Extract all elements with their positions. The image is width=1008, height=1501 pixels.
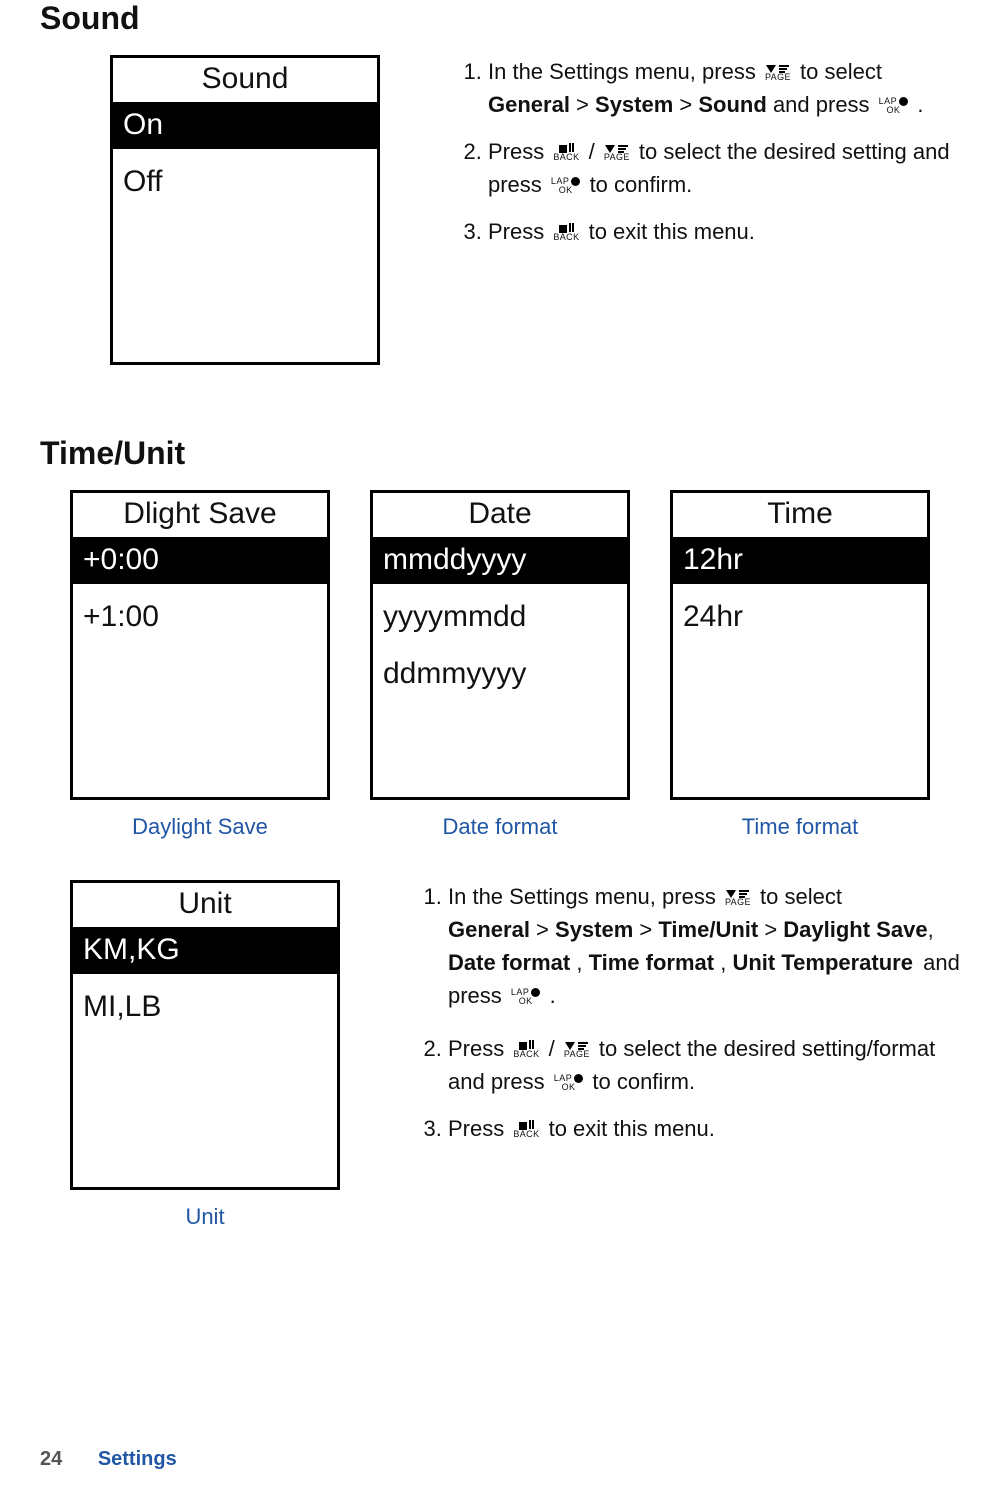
option-dlight-1[interactable]: +1:00 xyxy=(73,594,327,641)
page-down-icon: PAGE xyxy=(765,65,791,82)
sound-step-2: Press BACK / PAGE to select the desired … xyxy=(488,135,968,201)
lap-ok-icon: LAP OK xyxy=(551,177,581,195)
screen-title-sound: Sound xyxy=(113,58,377,102)
page-down-icon: PAGE xyxy=(725,890,751,907)
device-sound: Sound On Off xyxy=(110,55,380,365)
instructions-timeunit: In the Settings menu, press PAGE to sele… xyxy=(420,880,968,1159)
option-time-12[interactable]: 12hr xyxy=(673,537,927,584)
timeunit-step-1: In the Settings menu, press PAGE to sele… xyxy=(448,880,968,1012)
timeunit-step-3: Press BACK to exit this menu. xyxy=(448,1112,968,1145)
caption-timeformat: Time format xyxy=(742,814,859,840)
option-date-dmy[interactable]: ddmmyyyy xyxy=(373,651,627,698)
page-down-icon: PAGE xyxy=(604,145,630,162)
option-unit-kmkg[interactable]: KM,KG xyxy=(73,927,337,974)
device-time: Time 12hr 24hr xyxy=(670,490,930,800)
lap-ok-icon: LAP OK xyxy=(879,97,909,115)
device-dlight: Dlight Save +0:00 +1:00 xyxy=(70,490,330,800)
timeunit-step-2: Press BACK / PAGE to select the desired … xyxy=(448,1032,968,1098)
option-date-mdy[interactable]: mmddyyyy xyxy=(373,537,627,584)
sound-step-3: Press BACK to exit this menu. xyxy=(488,215,968,248)
option-off[interactable]: Off xyxy=(113,159,377,206)
back-icon: BACK xyxy=(553,224,579,242)
option-unit-milb[interactable]: MI,LB xyxy=(73,984,337,1031)
screen-title-dlight: Dlight Save xyxy=(73,493,327,537)
back-icon: BACK xyxy=(553,144,579,162)
device-unit: Unit KM,KG MI,LB xyxy=(70,880,340,1190)
option-on[interactable]: On xyxy=(113,102,377,149)
lap-ok-icon: LAP OK xyxy=(511,988,541,1006)
option-time-24[interactable]: 24hr xyxy=(673,594,927,641)
caption-unit: Unit xyxy=(185,1204,224,1230)
screen-title-unit: Unit xyxy=(73,883,337,927)
back-icon: BACK xyxy=(513,1121,539,1139)
sound-step-1: In the Settings menu, press PAGE to sele… xyxy=(488,55,968,121)
device-date: Date mmddyyyy yyyymmdd ddmmyyyy xyxy=(370,490,630,800)
screen-title-time: Time xyxy=(673,493,927,537)
option-dlight-0[interactable]: +0:00 xyxy=(73,537,327,584)
caption-dateformat: Date format xyxy=(443,814,558,840)
footer-section: Settings xyxy=(98,1448,177,1470)
instructions-sound: In the Settings menu, press PAGE to sele… xyxy=(460,55,968,262)
section-heading-sound: Sound xyxy=(40,0,968,37)
page-down-icon: PAGE xyxy=(564,1042,590,1059)
screen-title-date: Date xyxy=(373,493,627,537)
section-heading-timeunit: Time/Unit xyxy=(40,435,968,472)
back-icon: BACK xyxy=(513,1041,539,1059)
page-footer: 24 Settings xyxy=(40,1448,177,1471)
caption-daylight: Daylight Save xyxy=(132,814,268,840)
lap-ok-icon: LAP OK xyxy=(554,1074,584,1092)
option-date-ymd[interactable]: yyyymmdd xyxy=(373,594,627,641)
page-number: 24 xyxy=(40,1448,62,1470)
